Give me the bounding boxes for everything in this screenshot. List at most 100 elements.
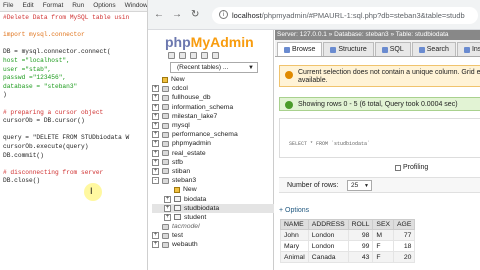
menu-item-options[interactable]: Options	[93, 2, 115, 9]
tree-item-information-schema[interactable]: + information_schema	[152, 103, 274, 112]
expand-icon[interactable]: +	[152, 241, 159, 249]
code-line: database = "steban3"	[3, 82, 78, 90]
back-icon[interactable]: ←	[154, 9, 164, 20]
table-row[interactable]: John London 98 M 77	[280, 229, 416, 241]
table-row[interactable]: Mary London 99 F 18	[280, 240, 416, 252]
expand-icon[interactable]: +	[152, 167, 159, 175]
tree-item-test[interactable]: + test	[152, 231, 274, 240]
menu-item-run[interactable]: Run	[72, 2, 84, 9]
tree-item-stfb[interactable]: + stfb	[152, 158, 274, 167]
breadcrumb[interactable]: Server: 127.0.0.1 » Database: steban3 » …	[275, 30, 480, 40]
expand-icon[interactable]: +	[164, 213, 171, 221]
code-line: DB.commit()	[3, 151, 44, 159]
expand-icon[interactable]: +	[152, 158, 159, 166]
tree-item-label: cdcol	[172, 85, 188, 93]
new-item-icon	[174, 186, 180, 193]
expand-icon[interactable]: +	[152, 131, 159, 139]
recent-tables-select[interactable]: (Recent tables) ... ▼	[170, 62, 258, 73]
code-line: DB = mysql.connector.connect(	[3, 48, 111, 56]
url-input[interactable]: i localhost/phpmyadmin/#PMAURL-1:sql.php…	[212, 7, 478, 24]
tree-item-cdcol[interactable]: + cdcol	[152, 84, 274, 93]
menu-item-format[interactable]: Format	[43, 2, 64, 9]
database-icon	[162, 223, 169, 230]
reload-nav-icon[interactable]	[212, 52, 219, 59]
info-icon[interactable]: i	[219, 10, 228, 19]
text-cursor-icon: I	[90, 186, 93, 196]
tab-structure[interactable]: Structure	[323, 42, 374, 56]
tab-insert[interactable]: Insert	[456, 42, 480, 56]
expand-icon[interactable]: +	[152, 103, 159, 111]
docs-icon[interactable]	[190, 52, 197, 59]
table-cell: 98	[347, 229, 374, 241]
tree-item-stiban[interactable]: + stiban	[152, 167, 274, 176]
sql-query-text[interactable]: SELECT * FROM `studbiodata`	[289, 141, 370, 147]
expand-icon[interactable]: +	[152, 140, 159, 148]
table-row[interactable]: Animal Canada 43 F 20	[280, 251, 416, 263]
column-header-sex[interactable]: SEX	[372, 219, 395, 230]
table-cell: F	[372, 251, 395, 263]
table-icon	[174, 205, 181, 212]
expand-icon[interactable]: +	[152, 85, 159, 93]
expand-icon[interactable]: +	[164, 195, 171, 203]
expand-icon[interactable]: +	[152, 232, 159, 240]
tree-item-new[interactable]: New	[152, 185, 274, 194]
reload-icon[interactable]: ↻	[191, 9, 199, 20]
tree-item-mysql[interactable]: + mysql	[152, 121, 274, 130]
profiling-checkbox[interactable]	[395, 164, 401, 171]
settings-icon[interactable]	[201, 52, 208, 59]
collapse-icon[interactable]: -	[152, 177, 159, 185]
tree-item-label: studbiodata	[184, 204, 220, 212]
menu-item-window[interactable]: Window	[125, 2, 147, 9]
tree-item-tacmodel[interactable]: tacmodel	[152, 222, 274, 231]
tree-item-phpmyadmin[interactable]: + phpmyadmin	[152, 139, 274, 148]
code-area[interactable]: #Delete Data from MySQL table usin impor…	[0, 12, 147, 186]
database-icon	[162, 150, 169, 157]
column-header-roll[interactable]: ROLL	[347, 219, 374, 230]
number-of-rows-value: 25	[351, 182, 359, 189]
expand-icon[interactable]: +	[152, 122, 159, 130]
tree-item-label: biodata	[184, 195, 207, 203]
rows-navigation: Number of rows: 25 ▼	[279, 177, 480, 193]
tab-search[interactable]: Search	[411, 42, 456, 56]
options-link[interactable]: + Options	[279, 207, 309, 214]
tab-label: Insert	[471, 46, 480, 53]
tree-item-milestan-lake7[interactable]: + milestan_lake7	[152, 112, 274, 121]
code-line: # preparing a cursor object	[3, 108, 104, 116]
tree-item-fullhouse-db[interactable]: + fullhouse_db	[152, 93, 274, 102]
tree-item-studbiodata[interactable]: + studbiodata	[152, 203, 274, 213]
tab-browse[interactable]: Browse	[277, 42, 323, 56]
tree-item-real-estate[interactable]: + real_estate	[152, 149, 274, 158]
structure-icon	[330, 46, 337, 53]
column-header-name[interactable]: NAME	[280, 219, 309, 230]
expand-icon[interactable]: +	[152, 94, 159, 102]
expand-icon[interactable]: +	[152, 112, 159, 120]
database-tree: New + cdcol + fullhouse_db + information_schem…	[152, 75, 274, 250]
tab-sql[interactable]: SQL	[374, 42, 411, 56]
tree-item-steban3[interactable]: - steban3	[152, 176, 274, 185]
database-icon	[162, 241, 169, 248]
column-header-age[interactable]: AGE	[393, 219, 416, 230]
number-of-rows-select[interactable]: 25 ▼	[347, 180, 372, 191]
tree-item-biodata[interactable]: + biodata	[152, 194, 274, 203]
forward-icon[interactable]: →	[172, 9, 182, 20]
phpmyadmin-logo[interactable]: phpMyAdmin	[165, 34, 254, 50]
tree-item-label: student	[184, 213, 207, 221]
tree-item-new[interactable]: New	[152, 75, 274, 84]
column-header-address[interactable]: ADDRESS	[307, 219, 349, 230]
tree-item-student[interactable]: + student	[152, 213, 274, 222]
expand-icon[interactable]: +	[152, 149, 159, 157]
menu-item-edit[interactable]: Edit	[22, 2, 33, 9]
home-icon[interactable]	[168, 52, 175, 59]
code-line: cursorOb = DB.cursor()	[3, 117, 85, 125]
tree-item-webauth[interactable]: + webauth	[152, 240, 274, 249]
success-notice: Showing rows 0 - 5 (6 total, Query took …	[279, 97, 480, 111]
logout-icon[interactable]	[179, 52, 186, 59]
browser-window: ← → ↻ i localhost/phpmyadmin/#PMAURL-1:s…	[148, 0, 480, 270]
sql-query-box: SELECT * FROM `studbiodata`	[279, 118, 480, 158]
expand-icon[interactable]: +	[164, 204, 171, 212]
warning-notice: Current selection does not contain a uni…	[279, 65, 480, 87]
tree-item-performance-schema[interactable]: + performance_schema	[152, 130, 274, 139]
menu-item-file[interactable]: File	[3, 2, 13, 9]
table-cell: London	[307, 240, 349, 252]
profiling-option[interactable]: Profiling	[395, 164, 428, 171]
